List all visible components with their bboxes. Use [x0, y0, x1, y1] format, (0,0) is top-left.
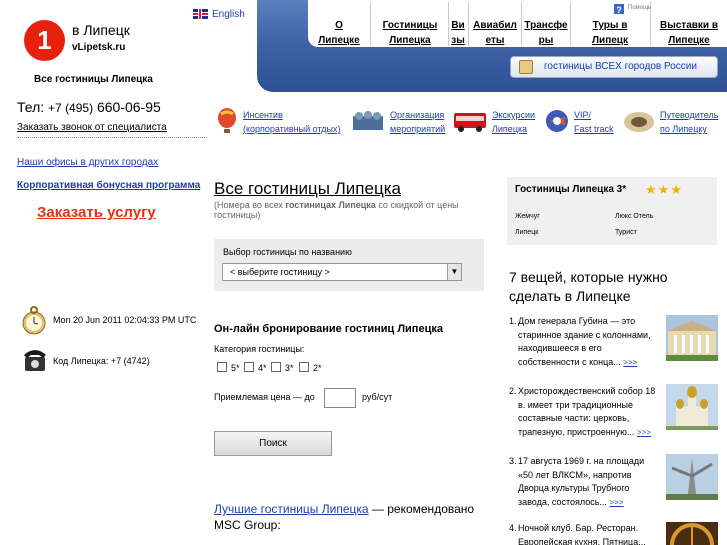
hotel-select[interactable]: < выберите гостиницу > — [222, 263, 462, 281]
city-code: Код Липецка: +7 (4742) — [53, 356, 150, 366]
help-icon[interactable]: ? — [613, 3, 625, 15]
balloon-icon[interactable] — [214, 108, 242, 134]
nav-about[interactable]: О Липецке — [314, 18, 364, 48]
category-2-label: 2* — [313, 363, 322, 373]
price-input[interactable] — [324, 388, 356, 408]
guidebook-icon[interactable] — [622, 108, 656, 134]
thing-item: 4. Ночной клуб. Бар. Ресторан. Европейска… — [509, 523, 646, 545]
hotel-link[interactable]: Липецк — [515, 229, 538, 236]
vip-icon[interactable] — [545, 108, 569, 134]
hotel-link[interactable]: Люкс Отель — [615, 213, 653, 220]
all-cities-button[interactable]: гостиницы ВСЕХ городов России — [510, 56, 718, 78]
best-hotels-link[interactable]: Лучшие гостиницы Липецка — [214, 502, 369, 516]
feature-incentive[interactable]: Инсентив (корпоративный отдых) — [243, 108, 340, 136]
nav-tours[interactable]: Туры в Липецк — [574, 18, 646, 48]
feature-excursions[interactable]: Экскурсии Липецка — [492, 108, 535, 136]
monument-photo[interactable] — [666, 454, 718, 500]
feature-guide[interactable]: Путеводитель по Липецку — [660, 108, 718, 136]
category-4-checkbox[interactable] — [244, 362, 254, 372]
page-subtitle: (Номера во всех гостиницах Липецка со ск… — [214, 200, 459, 220]
best-hotels: Лучшие гостиницы Липецка — рекомендовано… — [214, 502, 475, 532]
category-2-checkbox[interactable] — [299, 362, 309, 372]
cathedral-photo[interactable] — [666, 384, 718, 430]
nav-flights[interactable]: Авиабилеты — [471, 18, 519, 48]
pocket-watch-icon — [22, 306, 46, 335]
category-3-checkbox[interactable] — [271, 362, 281, 372]
star-icon: ★ — [670, 182, 683, 197]
online-booking-title: Он-лайн бронирование гостиниц Липецка — [214, 323, 443, 335]
offices-link[interactable]: Наши офисы в других городах — [17, 157, 158, 168]
hotel-link[interactable]: Турист — [615, 229, 637, 236]
help-text[interactable]: Помощь — [628, 5, 651, 11]
general-gubin-house-photo[interactable] — [666, 315, 718, 361]
uk-flag-icon[interactable] — [193, 9, 208, 19]
category-3-label: 3* — [285, 363, 294, 373]
search-button[interactable]: Поиск — [214, 431, 332, 456]
price-label: Приемлемая цена — до — [214, 392, 315, 402]
bonus-program-link[interactable]: Корпоративная бонусная программа — [17, 180, 200, 191]
phone: Тел: +7 (495) 660-06-95 — [17, 99, 161, 115]
top-nav: О Липецке Гостиницы Липецка Визы Авиабил… — [308, 0, 727, 47]
star-icon: ★ — [645, 182, 658, 197]
feature-vip[interactable]: VIP/Fast track — [574, 108, 614, 136]
hotels-3star-title: Гостиницы Липецка 3* — [515, 184, 627, 195]
all-hotels-heading: Все гостиницы Липецка — [34, 74, 153, 85]
hotel-select-label: Выбор гостиницы по названию — [223, 247, 352, 257]
conference-icon[interactable] — [351, 108, 385, 134]
brand-name: в Липецк — [72, 22, 130, 38]
thing-item: 3. 17 августа 1969 г. на площади «50 лет … — [509, 456, 645, 507]
site-domain: vLipetsk.ru — [72, 42, 126, 53]
current-time: Mon 20 Jun 2011 02:04:33 PM UTC — [53, 315, 197, 325]
star-rating: ★★★ — [645, 182, 683, 198]
more-link[interactable]: >>> — [609, 498, 623, 507]
thing-item: 2. Христорождественский собор 18 в. имеет… — [509, 386, 656, 437]
nav-exhibitions[interactable]: Выставки в Липецке — [654, 18, 724, 48]
phone-code: +7 (495) — [48, 101, 94, 115]
order-service-link[interactable]: Заказать услугу — [37, 204, 156, 221]
star-icon: ★ — [657, 182, 671, 197]
hotel-building-icon — [519, 60, 533, 74]
dropdown-arrow-icon[interactable]: ▼ — [447, 264, 461, 280]
english-link[interactable]: English — [212, 9, 245, 20]
hotel-link[interactable]: Жемчуг — [515, 213, 540, 220]
category-4-label: 4* — [258, 363, 267, 373]
divider — [17, 137, 207, 138]
more-link[interactable]: >>> — [637, 428, 651, 437]
nav-visas[interactable]: Визы — [450, 18, 466, 48]
things-to-do-title: 7 вещей, которые нужно сделать в Липецке — [509, 269, 668, 304]
logo[interactable]: 1 — [24, 20, 65, 61]
price-unit: руб/сут — [362, 392, 393, 402]
callback-link[interactable]: Заказать звонок от специалиста — [17, 122, 167, 133]
nav-hotels[interactable]: Гостиницы Липецка — [374, 18, 446, 48]
thing-item: 1. Дом генерала Губина — это старинное зд… — [509, 316, 651, 367]
telephone-icon — [24, 350, 46, 371]
category-label: Категория гостиницы: — [214, 344, 305, 354]
more-link[interactable]: >>> — [623, 358, 637, 367]
feature-events[interactable]: Организация мероприятий — [390, 108, 445, 136]
nav-transfers[interactable]: Трансферы — [524, 18, 568, 48]
page-title[interactable]: Все гостиницы Липецка — [214, 179, 401, 199]
phone-label: Тел: — [17, 99, 45, 115]
category-5-checkbox[interactable] — [217, 362, 227, 372]
nightclub-photo[interactable] — [666, 522, 718, 545]
phone-number: 660-06-95 — [96, 99, 161, 115]
category-5-label: 5* — [231, 363, 240, 373]
bus-icon[interactable] — [453, 108, 487, 134]
